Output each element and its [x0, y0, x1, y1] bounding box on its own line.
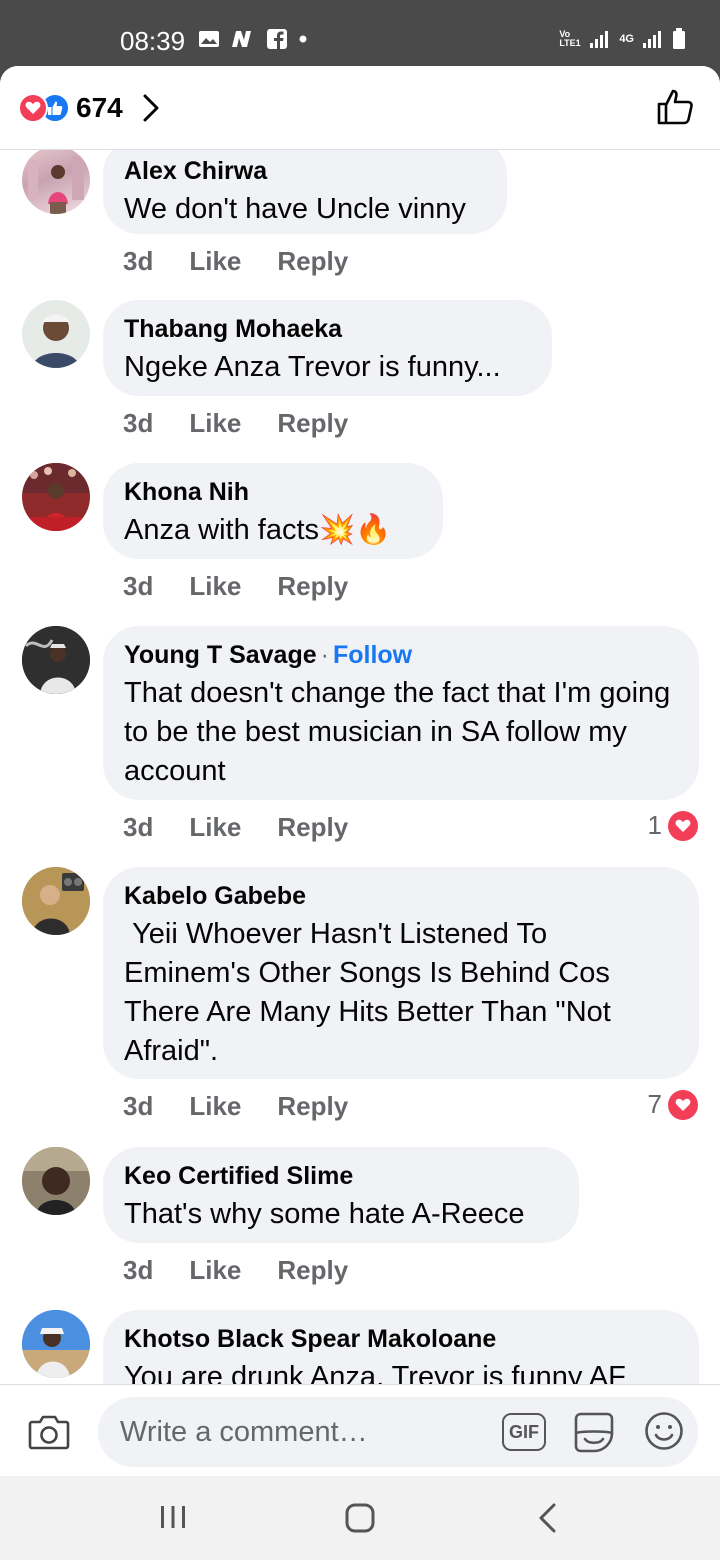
follow-button[interactable]: Follow	[333, 641, 412, 669]
separator-dot: ·	[320, 641, 329, 669]
comment-reactions[interactable]: 1	[648, 810, 698, 841]
comment-author[interactable]: Khotso Black Spear Makoloane	[124, 1325, 496, 1353]
comments-sheet: 674 Alex Chirwa We don't have Uncle vinn…	[0, 66, 720, 1476]
comment-time: 3d	[123, 1255, 154, 1285]
comment-author[interactable]: Kabelo Gabebe	[124, 882, 306, 910]
like-button[interactable]: Like	[189, 408, 241, 439]
status-bar: 08:39 Vo LTE1 4G	[0, 0, 720, 66]
avatar[interactable]	[22, 1310, 90, 1378]
comment-author[interactable]: Alex Chirwa	[124, 157, 267, 185]
comment-bubble[interactable]: Keo Certified Slime That's why some hate…	[103, 1147, 579, 1243]
comment-text: You are drunk Anza, Trevor is funny AF	[124, 1361, 626, 1384]
reply-button[interactable]: Reply	[277, 1255, 348, 1286]
comment-bubble[interactable]: Young T Savage · Follow That doesn't chang…	[103, 626, 699, 800]
avatar[interactable]	[22, 300, 90, 368]
comment-text: Anza with facts💥🔥	[124, 514, 392, 546]
gif-label: GIF	[509, 1421, 539, 1442]
avatar[interactable]	[22, 867, 90, 935]
comment-author[interactable]: Khona Nih	[124, 478, 249, 506]
comment-bubble[interactable]: Khona Nih Anza with facts💥🔥	[103, 463, 443, 559]
comment-actions: 3d Like Reply	[123, 246, 348, 277]
more-notifications-dot	[299, 35, 307, 43]
like-button[interactable]: Like	[189, 1255, 241, 1286]
system-nav-bar	[0, 1476, 720, 1560]
comment-actions: 3d Like Reply	[123, 408, 348, 439]
comment-author[interactable]: Young T Savage	[124, 641, 317, 669]
chevron-right-icon	[143, 94, 159, 122]
like-button[interactable]: Like	[189, 812, 241, 843]
comment-actions: 3d Like Reply	[123, 1091, 348, 1122]
comment-reaction-count: 1	[647, 810, 662, 840]
comment-author[interactable]: Thabang Mohaeka	[124, 315, 342, 343]
home-icon[interactable]	[344, 1502, 376, 1534]
comment-time: 3d	[123, 571, 154, 601]
reactions-summary[interactable]: 674	[18, 92, 159, 124]
emoji-icon[interactable]	[644, 1411, 684, 1451]
comment-author[interactable]: Keo Certified Slime	[124, 1162, 353, 1190]
reply-button[interactable]: Reply	[277, 408, 348, 439]
comment-text: That's why some hate A-Reece	[124, 1198, 525, 1230]
comment-bubble[interactable]: Alex Chirwa We don't have Uncle vinny	[103, 150, 507, 234]
like-button[interactable]: Like	[189, 571, 241, 602]
comment-text: That doesn't change the fact that I'm go…	[124, 677, 671, 787]
signal-2-icon	[643, 31, 661, 48]
gif-button[interactable]: GIF	[502, 1413, 546, 1451]
comment-actions: 3d Like Reply	[123, 1255, 348, 1286]
reply-button[interactable]: Reply	[277, 246, 348, 277]
reply-button[interactable]: Reply	[277, 1091, 348, 1122]
comments-list: Alex Chirwa We don't have Uncle vinny 3d…	[0, 150, 720, 1384]
comment-actions: 3d Like Reply	[123, 571, 348, 602]
system-icons: Vo LTE1 4G	[559, 28, 686, 50]
comment-reaction-count: 7	[647, 1089, 662, 1119]
love-icon	[668, 1089, 698, 1120]
reply-button[interactable]: Reply	[277, 571, 348, 602]
comment-bubble[interactable]: Khotso Black Spear Makoloane You are dru…	[103, 1310, 699, 1384]
battery-icon	[673, 28, 685, 49]
network-type-label: 4G	[619, 33, 634, 45]
like-outline-icon[interactable]	[656, 88, 694, 126]
back-icon[interactable]	[536, 1502, 560, 1534]
signal-icon	[590, 31, 609, 48]
notification-icons	[198, 28, 308, 50]
facebook-app-icon	[267, 29, 287, 49]
sticker-icon[interactable]	[572, 1411, 616, 1453]
reaction-count: 674	[76, 92, 123, 123]
camera-icon[interactable]	[28, 1413, 70, 1451]
comment-actions: 3d Like Reply	[123, 812, 348, 843]
avatar[interactable]	[22, 626, 90, 694]
comment-composer: GIF	[0, 1384, 720, 1476]
volte-label: Vo LTE1	[559, 29, 581, 48]
comment-time: 3d	[123, 1091, 154, 1121]
comment-text: We don't have Uncle vinny	[124, 193, 466, 225]
love-icon	[18, 93, 48, 123]
like-button[interactable]: Like	[189, 246, 241, 277]
status-time: 08:39	[120, 26, 186, 56]
comment-time: 3d	[123, 812, 154, 842]
avatar[interactable]	[22, 1147, 90, 1215]
avatar[interactable]	[22, 463, 90, 531]
comment-time: 3d	[123, 246, 154, 276]
comment-reactions[interactable]: 7	[648, 1089, 698, 1120]
reactions-header: 674	[0, 66, 720, 150]
reply-button[interactable]: Reply	[277, 812, 348, 843]
comment-text: Ngeke Anza Trevor is funny...	[124, 351, 501, 383]
gallery-icon	[199, 31, 219, 47]
like-button[interactable]: Like	[189, 1091, 241, 1122]
comment-bubble[interactable]: Thabang Mohaeka Ngeke Anza Trevor is fun…	[103, 300, 552, 396]
comment-text: Yeii Whoever Hasn't Listened To Eminem's…	[124, 918, 618, 1067]
recent-apps-icon[interactable]	[158, 1502, 188, 1532]
avatar[interactable]	[22, 150, 90, 214]
love-icon	[668, 810, 698, 841]
news-app-icon	[232, 31, 251, 47]
comment-time: 3d	[123, 408, 154, 438]
comment-bubble[interactable]: Kabelo Gabebe Yeii Whoever Hasn't Listen…	[103, 867, 699, 1079]
